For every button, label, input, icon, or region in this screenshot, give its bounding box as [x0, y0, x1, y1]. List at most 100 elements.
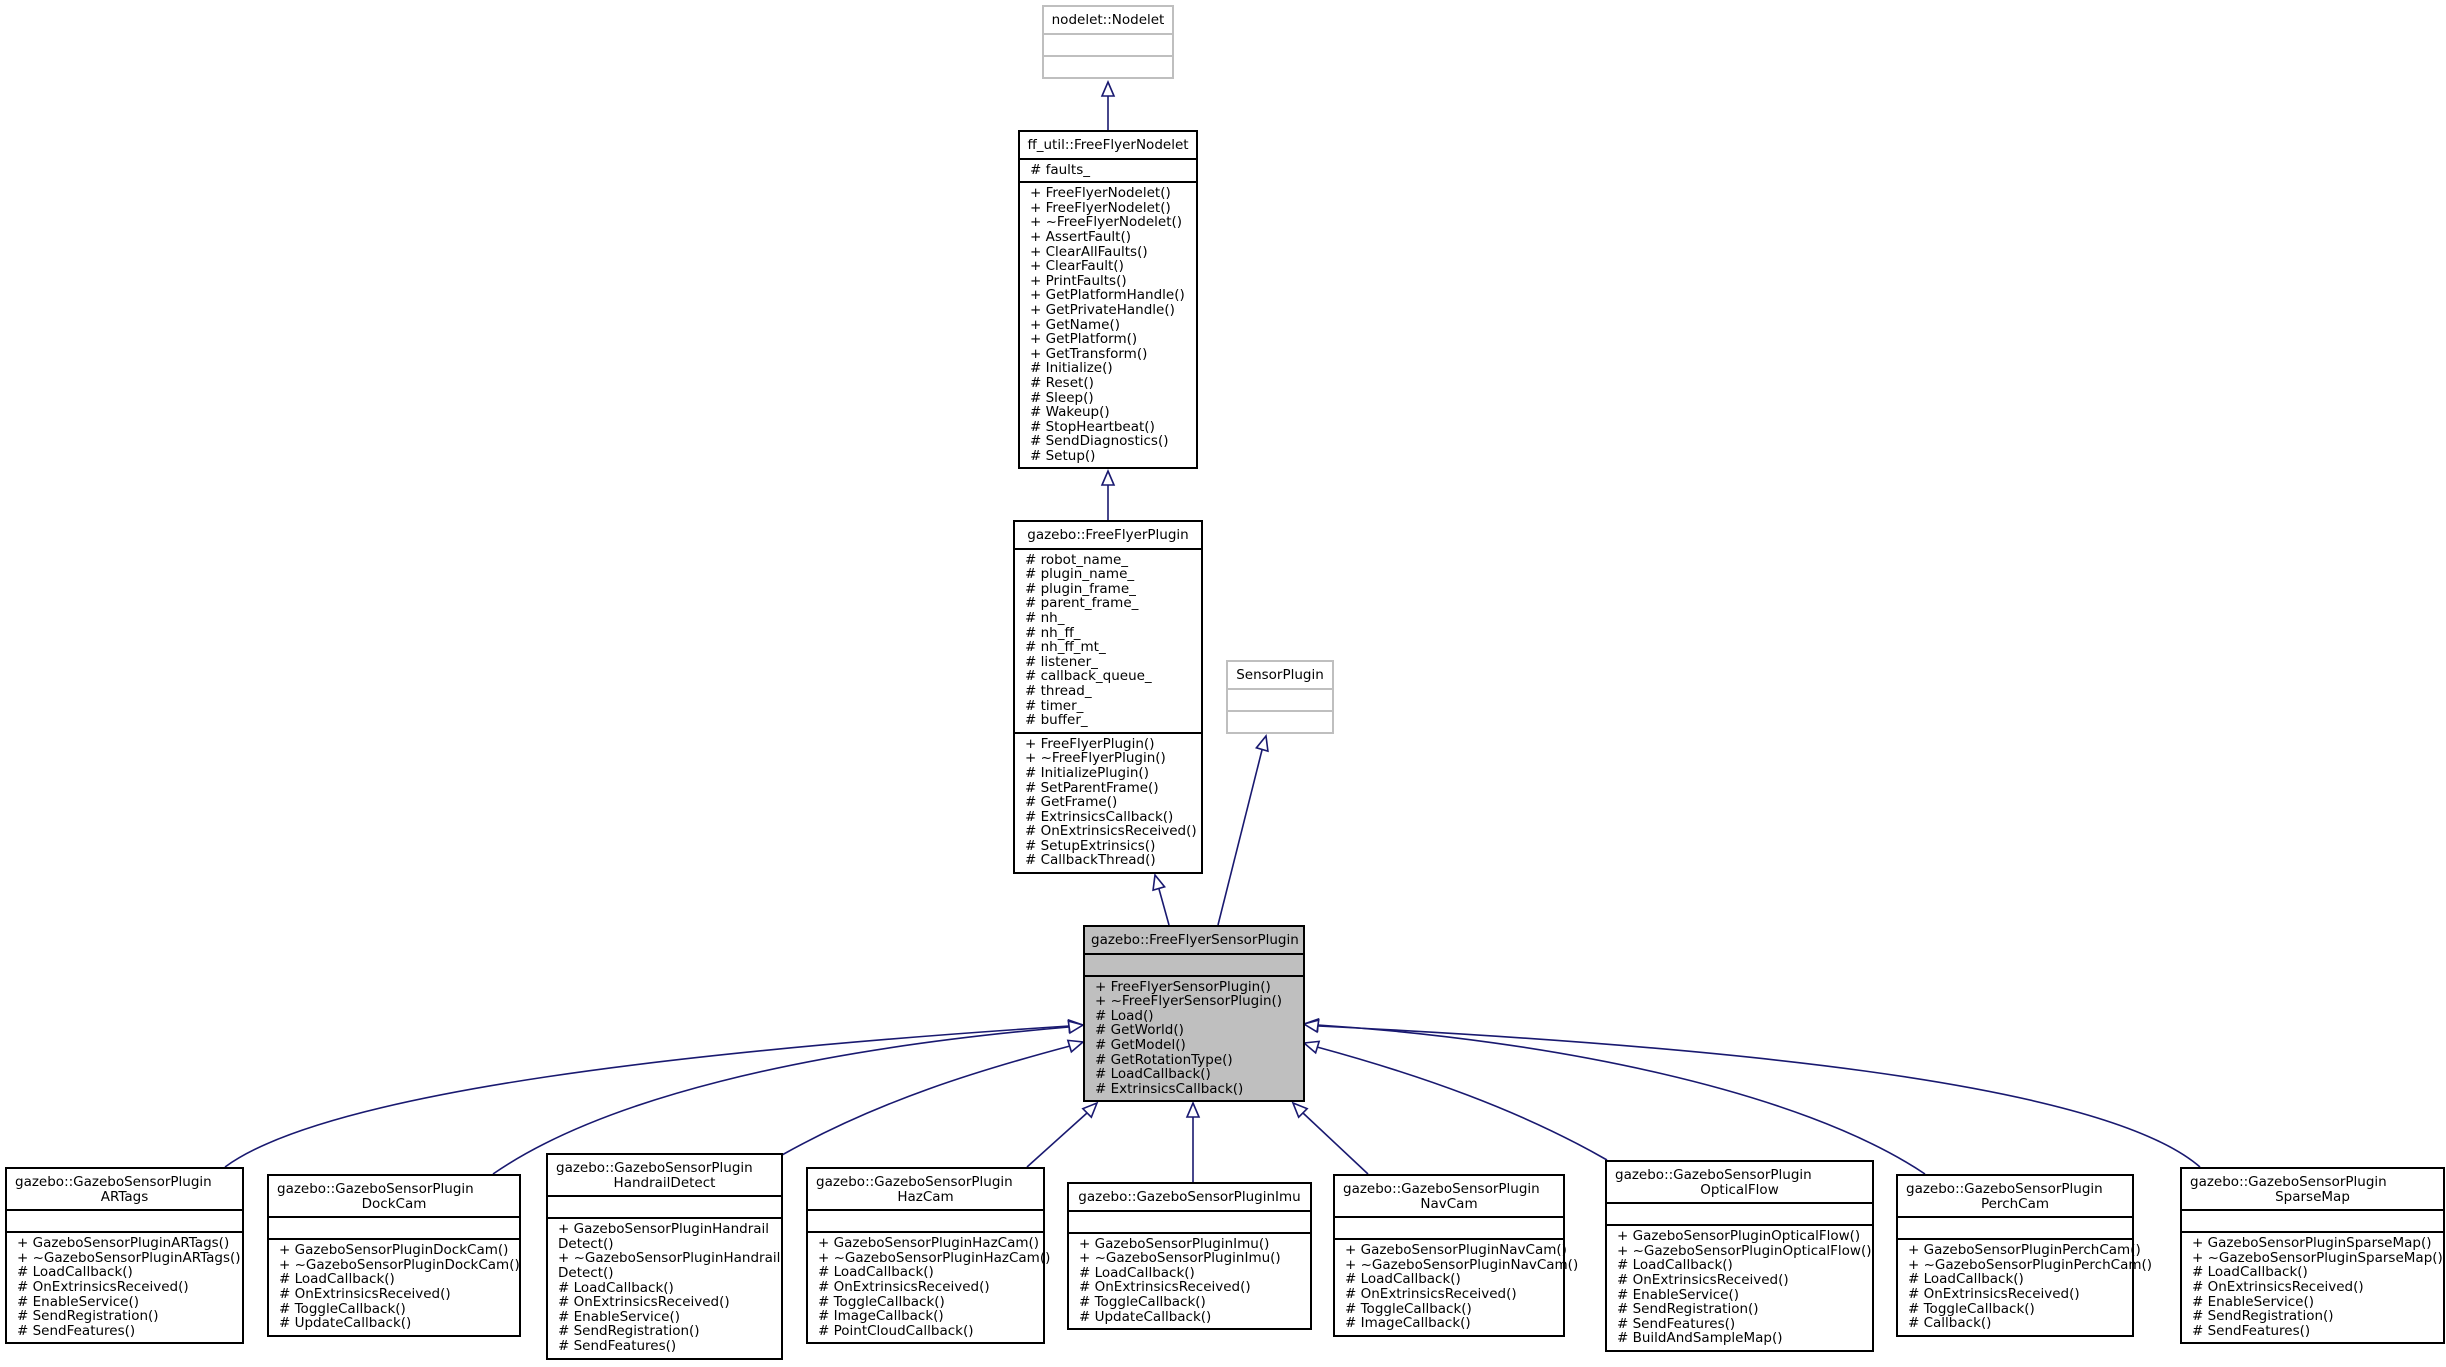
method[interactable]: # Reset()	[1030, 376, 1190, 391]
method[interactable]: # OnExtrinsicsReceived()	[558, 1295, 775, 1310]
method[interactable]: # EnableService()	[1617, 1287, 1866, 1303]
attribute[interactable]: # robot_name_	[1025, 552, 1195, 568]
class-GazeboSensorPluginHandrailDetect[interactable]: gazebo::GazeboSensorPlugin HandrailDetect…	[546, 1153, 783, 1360]
class-SensorPlugin[interactable]: SensorPlugin	[1226, 660, 1334, 734]
method[interactable]: # LoadCallback()	[17, 1265, 236, 1280]
method[interactable]: # OnExtrinsicsReceived()	[818, 1280, 1037, 1295]
class-GazeboSensorPluginNavCam[interactable]: gazebo::GazeboSensorPlugin NavCam + Gazebo…	[1333, 1174, 1578, 1337]
method[interactable]: + ClearFault()	[1030, 259, 1190, 274]
method[interactable]: # GetRotationType()	[1095, 1052, 1297, 1068]
method[interactable]: # LoadCallback()	[1345, 1272, 1557, 1287]
method[interactable]: + ~GazeboSensorPluginHandrail	[558, 1251, 780, 1266]
method[interactable]: # BuildAndSampleMap()	[1617, 1331, 1866, 1346]
attribute[interactable]: # callback_queue_	[1025, 669, 1195, 684]
method[interactable]: + ~FreeFlyerPlugin()	[1025, 751, 1195, 766]
method[interactable]: # OnExtrinsicsReceived()	[17, 1280, 236, 1295]
method[interactable]: + GetTransform()	[1030, 347, 1190, 362]
method[interactable]: # ExtrinsicsCallback()	[1025, 810, 1195, 825]
method[interactable]: # OnExtrinsicsReceived()	[1345, 1287, 1557, 1302]
method[interactable]: # PointCloudCallback()	[818, 1324, 1037, 1339]
method[interactable]: + GetName()	[1030, 317, 1190, 333]
method[interactable]: # ExtrinsicsCallback()	[1095, 1082, 1297, 1097]
method[interactable]: + ~GazeboSensorPluginNavCam()	[1345, 1258, 1578, 1273]
method[interactable]: # LoadCallback()	[2192, 1265, 2437, 1280]
method[interactable]: # ToggleCallback()	[279, 1301, 513, 1317]
method[interactable]: + GazeboSensorPluginNavCam()	[1345, 1243, 1567, 1258]
method[interactable]: # StopHeartbeat()	[1030, 420, 1190, 435]
method[interactable]: + ~GazeboSensorPluginOpticalFlow()	[1617, 1244, 1872, 1259]
attribute[interactable]: # plugin_name_	[1025, 567, 1195, 582]
method[interactable]: + ~GazeboSensorPluginHazCam()	[818, 1251, 1050, 1266]
method[interactable]: # SendFeatures()	[1617, 1317, 1866, 1332]
method[interactable]: # ToggleCallback()	[818, 1294, 1037, 1310]
method[interactable]: # LoadCallback()	[279, 1272, 513, 1287]
class-GazeboSensorPluginOpticalFlow[interactable]: gazebo::GazeboSensorPlugin OpticalFlow + G…	[1605, 1160, 1874, 1352]
method[interactable]: # InitializePlugin()	[1025, 766, 1195, 781]
method[interactable]: # SendRegistration()	[17, 1309, 236, 1324]
class-GazeboSensorPluginARTags[interactable]: gazebo::GazeboSensorPlugin ARTags + Gazebo…	[5, 1167, 244, 1345]
method[interactable]: + AssertFault()	[1030, 230, 1190, 245]
method[interactable]: # SendFeatures()	[17, 1324, 236, 1339]
method[interactable]: + PrintFaults()	[1030, 274, 1190, 289]
attribute[interactable]: # buffer_	[1025, 713, 1195, 728]
method[interactable]: # EnableService()	[17, 1294, 236, 1310]
method[interactable]: + FreeFlyerNodelet()	[1030, 201, 1190, 216]
method[interactable]: + GetPlatform()	[1030, 332, 1190, 347]
method[interactable]: + GazeboSensorPluginHandrail	[558, 1222, 775, 1237]
method[interactable]: # ImageCallback()	[818, 1309, 1037, 1324]
method[interactable]: # Load()	[1095, 1009, 1297, 1024]
attribute[interactable]: # nh_	[1025, 611, 1195, 626]
method[interactable]: + FreeFlyerSensorPlugin()	[1095, 979, 1297, 995]
method[interactable]: # Sleep()	[1030, 390, 1190, 406]
method[interactable]: # OnExtrinsicsReceived()	[1908, 1287, 2126, 1302]
method[interactable]: # ImageCallback()	[1345, 1316, 1557, 1331]
method[interactable]: # ToggleCallback()	[1079, 1295, 1304, 1310]
method[interactable]: # LoadCallback()	[1095, 1067, 1297, 1082]
attribute[interactable]: # timer_	[1025, 698, 1195, 714]
method[interactable]: + GazeboSensorPluginImu()	[1079, 1236, 1304, 1252]
method[interactable]: # OnExtrinsicsReceived()	[2192, 1280, 2437, 1295]
attribute[interactable]: # faults_	[1030, 162, 1190, 178]
method[interactable]: # SetupExtrinsics()	[1025, 839, 1195, 854]
method[interactable]: # SendRegistration()	[558, 1324, 775, 1339]
method[interactable]: # GetWorld()	[1095, 1023, 1297, 1038]
method[interactable]: + FreeFlyerPlugin()	[1025, 737, 1195, 752]
method[interactable]: # EnableService()	[2192, 1294, 2437, 1310]
method[interactable]: # UpdateCallback()	[1079, 1309, 1304, 1325]
method[interactable]: + ~FreeFlyerSensorPlugin()	[1095, 994, 1297, 1009]
method[interactable]: + ClearAllFaults()	[1030, 244, 1190, 260]
method[interactable]: Detect()	[558, 1266, 775, 1281]
method[interactable]: + GazeboSensorPluginHazCam()	[818, 1236, 1039, 1251]
method[interactable]: + ~GazeboSensorPluginARTags()	[17, 1251, 241, 1266]
method[interactable]: Detect()	[558, 1237, 775, 1252]
method[interactable]: # CallbackThread()	[1025, 853, 1195, 868]
method[interactable]: # EnableService()	[558, 1310, 775, 1325]
class-GazeboSensorPluginImu[interactable]: gazebo::GazeboSensorPluginImu + GazeboSen…	[1067, 1182, 1312, 1331]
method[interactable]: # OnExtrinsicsReceived()	[1617, 1273, 1866, 1288]
method[interactable]: # GetFrame()	[1025, 795, 1195, 810]
method[interactable]: # ToggleCallback()	[1345, 1301, 1557, 1317]
method[interactable]: + GazeboSensorPluginOpticalFlow()	[1617, 1229, 1866, 1244]
method[interactable]: + ~GazeboSensorPluginImu()	[1079, 1251, 1304, 1266]
method[interactable]: + GetPlatformHandle()	[1030, 288, 1190, 303]
method[interactable]: # Setup()	[1030, 449, 1190, 464]
class-gazebo-FreeFlyerSensorPlugin[interactable]: gazebo::FreeFlyerSensorPlugin + FreeFlyer…	[1083, 925, 1305, 1103]
class-gazebo-FreeFlyerPlugin[interactable]: gazebo::FreeFlyerPlugin # robot_name_ # pl…	[1013, 520, 1203, 875]
method[interactable]: + ~GazeboSensorPluginSparseMap()	[2192, 1251, 2443, 1266]
method[interactable]: + ~GazeboSensorPluginDockCam()	[279, 1258, 520, 1273]
method[interactable]: # GetModel()	[1095, 1038, 1297, 1053]
method[interactable]: + FreeFlyerNodelet()	[1030, 186, 1190, 201]
method[interactable]: # SendRegistration()	[1617, 1302, 1866, 1317]
method[interactable]: + GetPrivateHandle()	[1030, 303, 1190, 318]
class-ff_util-FreeFlyerNodelet[interactable]: ff_util::FreeFlyerNodelet # faults_ + Free…	[1018, 130, 1198, 470]
attribute[interactable]: # plugin_frame_	[1025, 582, 1195, 597]
method[interactable]: # LoadCallback()	[818, 1265, 1037, 1280]
method[interactable]: # Initialize()	[1030, 361, 1190, 376]
class-GazeboSensorPluginHazCam[interactable]: gazebo::GazeboSensorPlugin HazCam + Gazebo…	[806, 1167, 1050, 1345]
method[interactable]: # OnExtrinsicsReceived()	[279, 1287, 513, 1302]
class-GazeboSensorPluginPerchCam[interactable]: gazebo::GazeboSensorPlugin PerchCam + Gaze…	[1896, 1174, 2152, 1337]
attribute[interactable]: # nh_ff_	[1025, 625, 1195, 641]
method[interactable]: # SendFeatures()	[558, 1339, 775, 1354]
attribute[interactable]: # nh_ff_mt_	[1025, 640, 1195, 655]
method[interactable]: # OnExtrinsicsReceived()	[1025, 824, 1197, 839]
